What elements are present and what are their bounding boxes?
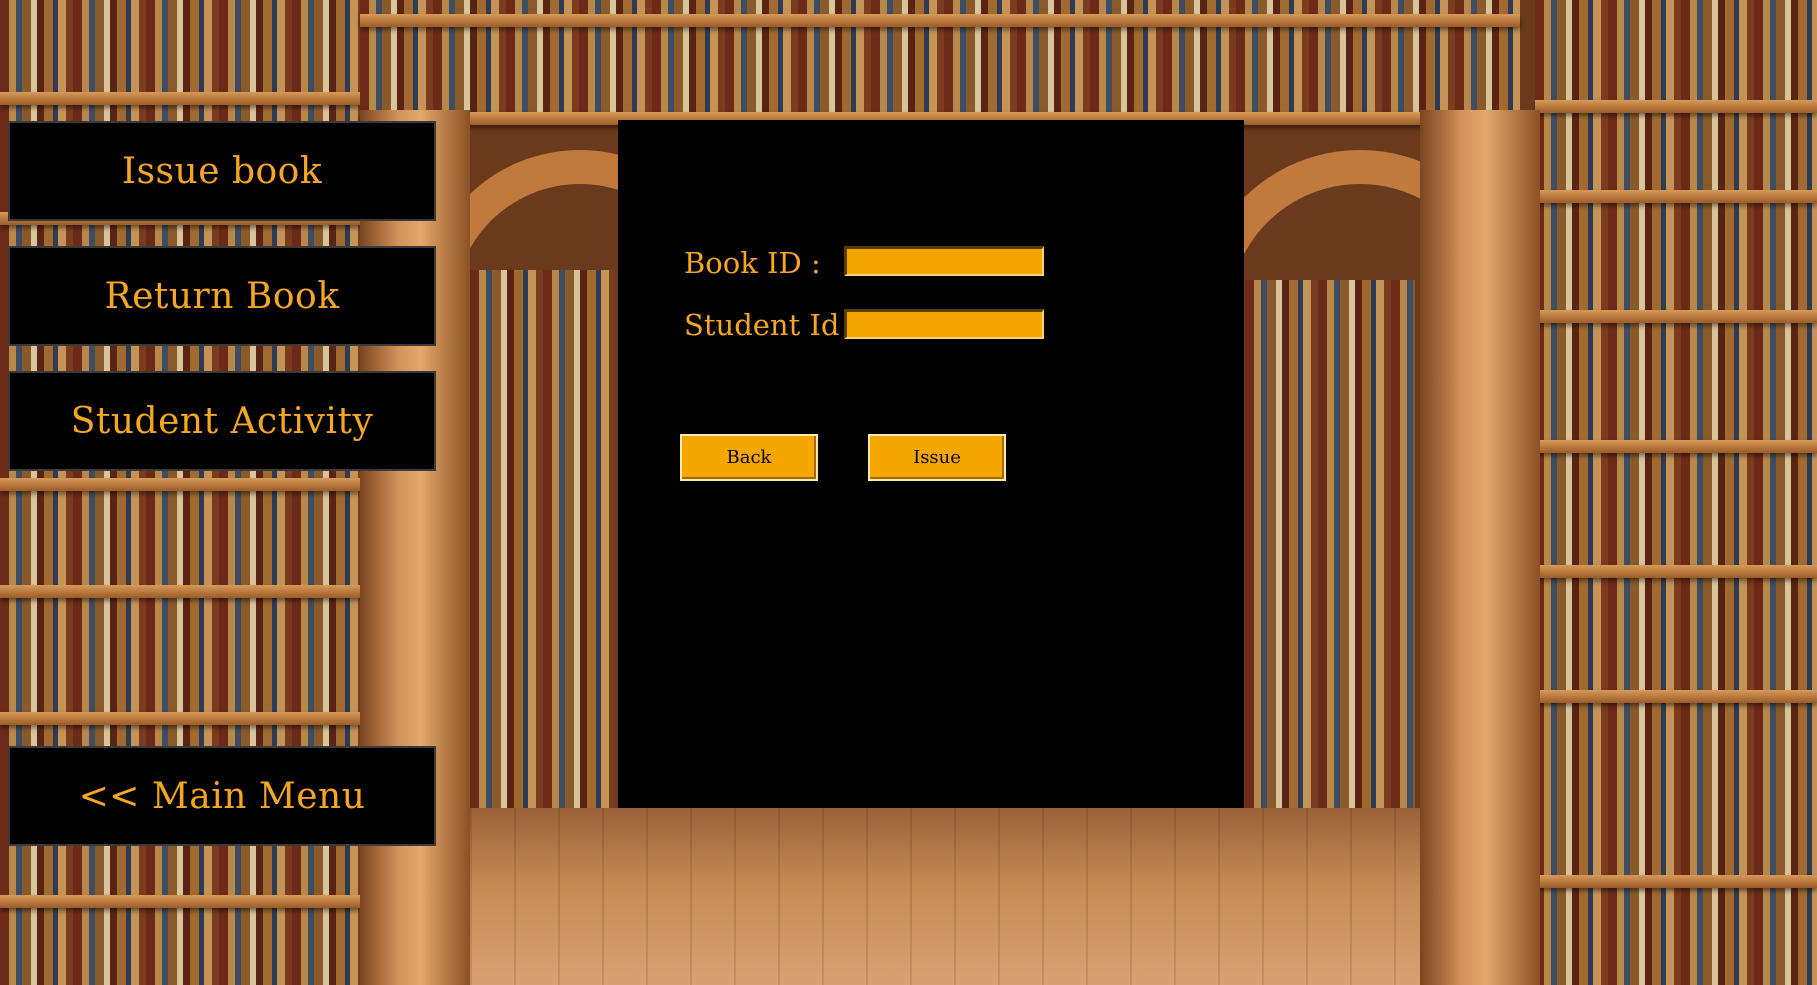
- shelf-plank: [1535, 310, 1817, 323]
- student-activity-label: Student Activity: [70, 400, 374, 442]
- shelf-plank: [1535, 875, 1817, 888]
- back-button[interactable]: Back: [680, 434, 818, 481]
- main-menu-label: << Main Menu: [78, 775, 366, 817]
- back-button-label: Back: [726, 447, 772, 468]
- wood-pillar: [1420, 110, 1540, 985]
- shelf-plank: [1535, 440, 1817, 453]
- issue-book-label: Issue book: [121, 150, 323, 192]
- shelf-plank: [1535, 690, 1817, 703]
- return-book-button[interactable]: Return Book: [8, 246, 436, 346]
- shelf-plank: [360, 14, 1520, 27]
- shelf-plank: [1535, 190, 1817, 203]
- shelf-plank: [0, 92, 360, 105]
- shelf-plank: [1535, 100, 1817, 113]
- book-id-label: Book ID :: [684, 246, 821, 280]
- shelf-plank: [0, 478, 360, 491]
- student-id-label: Student Id :: [684, 308, 859, 342]
- student-id-input[interactable]: [844, 309, 1044, 339]
- shelf-plank: [0, 585, 360, 598]
- issue-form-panel: Book ID : Student Id : Back Issue: [618, 120, 1244, 808]
- student-activity-button[interactable]: Student Activity: [8, 371, 436, 471]
- main-menu-button[interactable]: << Main Menu: [8, 746, 436, 846]
- book-id-input[interactable]: [844, 246, 1044, 276]
- shelf-plank: [1535, 565, 1817, 578]
- wood-pillar: [360, 110, 470, 985]
- app-window: Issue book Return Book Student Activity …: [0, 0, 1817, 985]
- issue-button-label: Issue: [913, 447, 961, 468]
- shelf-plank: [0, 712, 360, 725]
- wooden-floor: [470, 808, 1420, 985]
- return-book-label: Return Book: [104, 275, 340, 317]
- shelf-plank: [0, 895, 360, 908]
- bookshelf-right: [1535, 0, 1817, 985]
- issue-button[interactable]: Issue: [868, 434, 1006, 481]
- issue-book-button[interactable]: Issue book: [8, 121, 436, 221]
